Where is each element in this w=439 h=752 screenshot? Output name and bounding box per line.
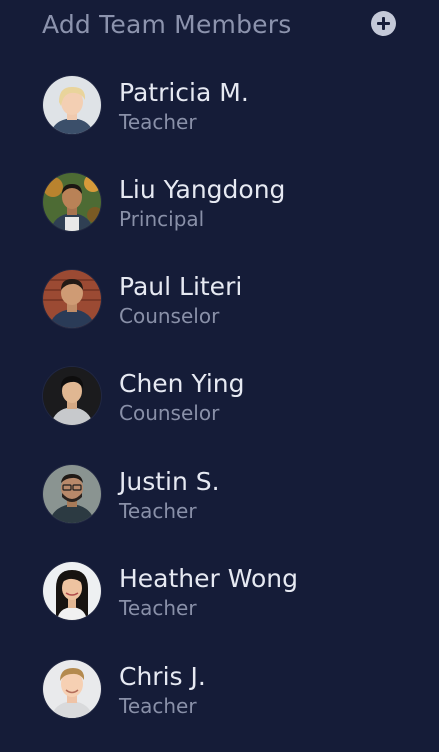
member-role: Counselor [119,401,220,425]
avatar [43,76,101,134]
member-item[interactable]: Chris J. Teacher [0,660,439,752]
member-role: Teacher [119,499,197,523]
avatar [43,173,101,231]
add-member-button[interactable] [371,11,396,36]
avatar [43,367,101,425]
member-role: Counselor [119,304,220,328]
member-name: Justin S. [119,467,220,496]
member-name: Heather Wong [119,564,299,593]
plus-circle-icon [377,17,390,30]
member-role: Teacher [119,694,197,718]
member-role: Principal [119,207,205,231]
member-role: Teacher [119,110,197,134]
member-item[interactable]: Liu Yangdong Principal [0,173,439,265]
member-name: Patricia M. [119,78,249,107]
member-item[interactable]: Heather Wong Teacher [0,562,439,654]
member-item[interactable]: Justin S. Teacher [0,465,439,557]
member-name: Liu Yangdong [119,175,286,204]
member-name: Chen Ying [119,369,245,398]
page-title: Add Team Members [42,10,292,39]
avatar [43,465,101,523]
member-name: Chris J. [119,662,206,691]
member-item[interactable]: Paul Literi Counselor [0,270,439,362]
member-role: Teacher [119,596,197,620]
member-item[interactable]: Chen Ying Counselor [0,367,439,459]
header: Add Team Members [0,0,439,54]
member-item[interactable]: Patricia M. Teacher [0,76,439,168]
avatar [43,270,101,328]
avatar [43,562,101,620]
member-name: Paul Literi [119,272,243,301]
avatar [43,660,101,718]
